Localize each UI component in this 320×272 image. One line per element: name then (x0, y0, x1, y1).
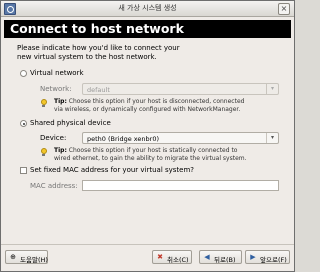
forward-arrow-icon: ▶ (250, 253, 256, 261)
cancel-icon: ✖ (157, 253, 163, 261)
help-button[interactable]: ⊕ 도움말(H) (5, 250, 48, 264)
fixed-mac-label[interactable]: Set fixed MAC address for your virtual s… (30, 166, 194, 174)
lightbulb-icon (40, 148, 47, 157)
tip-bold-label: Tip: (54, 98, 67, 105)
help-icon: ⊕ (10, 253, 16, 261)
tip-bold-label: Tip: (54, 147, 67, 154)
back-button-label: 뒤로(B) (214, 256, 236, 264)
window-title: 새 가상 시스템 생성 (118, 4, 177, 12)
shared-device-label[interactable]: Shared physical device (30, 119, 111, 127)
device-label: Device: (40, 134, 67, 142)
tip-line-1: Choose this option if your host is disco… (66, 98, 245, 105)
mac-address-label: MAC address: (30, 182, 78, 190)
button-separator (1, 244, 294, 245)
cancel-button-label: 취소(C) (167, 256, 189, 264)
device-select-value: peth0 (Bridge xenbr0) (87, 135, 160, 143)
lightbulb-icon (40, 99, 47, 108)
shared-device-radio[interactable] (20, 120, 27, 127)
page-header: Connect to host network (4, 20, 291, 38)
network-label: Network: (40, 85, 72, 93)
mac-address-input[interactable] (82, 180, 279, 191)
shared-device-tip: Tip: Choose this option if your host is … (54, 147, 247, 162)
forward-button[interactable]: ▶ 앞으로(F) (245, 250, 290, 264)
tip-line-2: wired ethernet, to gain the ability to m… (54, 154, 247, 162)
intro-text: Please indicate how you'd like to connec… (17, 44, 287, 62)
virtual-network-radio[interactable] (20, 70, 27, 77)
back-button[interactable]: ◀ 뒤로(B) (199, 250, 242, 264)
device-select[interactable]: peth0 (Bridge xenbr0) ▾ (82, 132, 279, 144)
network-select-value: default (87, 86, 110, 94)
page-title: Connect to host network (10, 21, 184, 36)
forward-button-label: 앞으로(F) (260, 256, 287, 264)
cancel-button[interactable]: ✖ 취소(C) (152, 250, 192, 264)
virtual-network-label[interactable]: Virtual network (30, 69, 84, 77)
intro-line-2: new virtual system to the host network. (17, 53, 157, 61)
tip-line-2: via wireless, or dynamically configured … (54, 105, 241, 113)
tip-line-1: Choose this option if your host is stati… (66, 147, 238, 154)
help-button-label: 도움말(H) (20, 256, 48, 264)
title-bar[interactable]: 새 가상 시스템 생성 × (1, 1, 294, 17)
chevron-down-icon: ▾ (266, 133, 278, 143)
virtual-network-tip: Tip: Choose this option if your host is … (54, 98, 244, 113)
wizard-window: 새 가상 시스템 생성 × Connect to host network Pl… (0, 0, 295, 272)
intro-line-1: Please indicate how you'd like to connec… (17, 44, 180, 52)
chevron-down-icon: ▾ (266, 84, 278, 94)
network-select[interactable]: default ▾ (82, 83, 279, 95)
back-arrow-icon: ◀ (204, 253, 210, 261)
close-button[interactable]: × (278, 3, 290, 15)
fixed-mac-checkbox[interactable] (20, 167, 27, 174)
